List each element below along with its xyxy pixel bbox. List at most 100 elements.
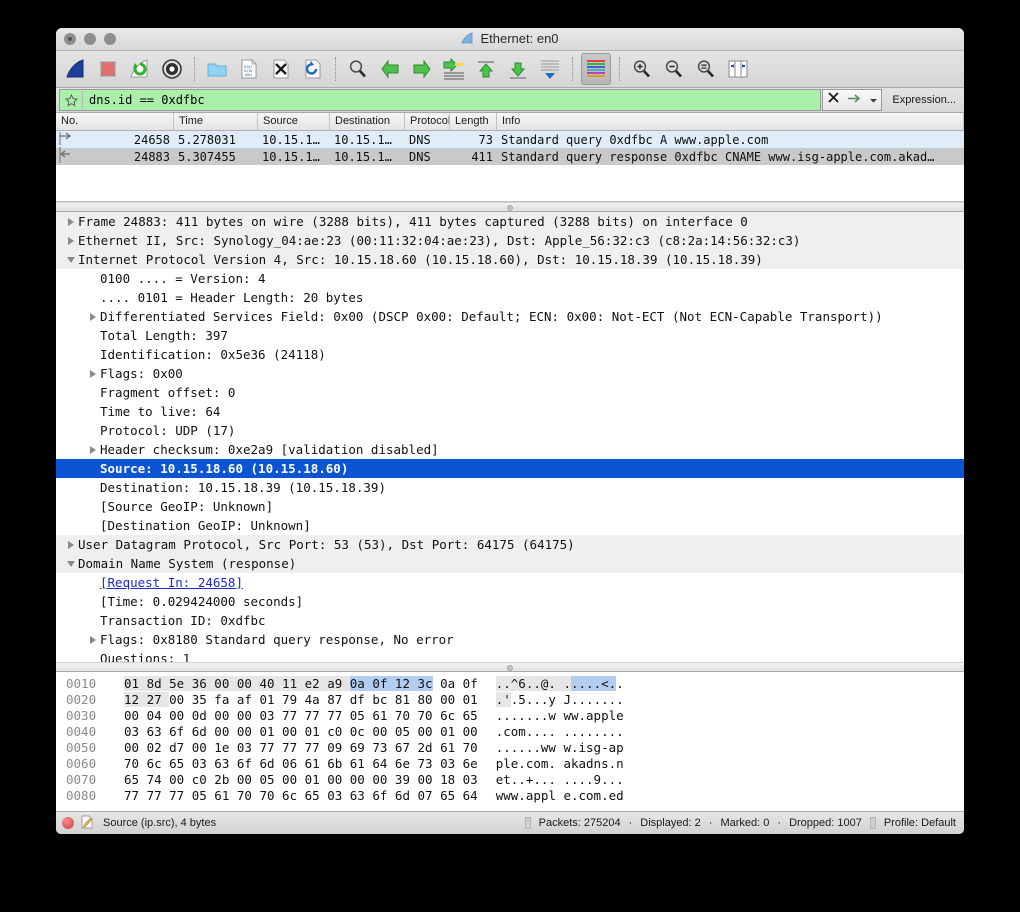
open-file-button[interactable] [203, 54, 231, 84]
packet-detail-row[interactable]: Header checksum: 0xe2a9 [validation disa… [56, 440, 964, 459]
status-profile[interactable]: Profile: Default [884, 817, 956, 829]
display-filter-input[interactable]: dns.id == 0xdfbc [59, 89, 822, 111]
hex-dump-row[interactable]: 0060 70 6c 65 03 63 6f 6d 06 61 6b 61 64 … [56, 755, 964, 771]
packet-detail-row[interactable]: Total Length: 397 [56, 326, 964, 345]
column-header-source[interactable]: Source [258, 113, 330, 130]
packet-detail-row[interactable]: 0100 .... = Version: 4 [56, 269, 964, 288]
packet-detail-row[interactable]: Domain Name System (response) [56, 554, 964, 573]
clear-x-icon[interactable] [827, 91, 840, 109]
hex-offset: 0050 [66, 739, 97, 755]
apply-arrow-icon[interactable] [847, 91, 862, 109]
hex-dump-row[interactable]: 0040 03 63 6f 6d 00 00 01 00 01 c0 0c 00 … [56, 723, 964, 739]
find-packet-button[interactable] [344, 54, 372, 84]
colorize-button[interactable] [581, 53, 611, 85]
restart-capture-button[interactable] [126, 54, 154, 84]
packet-detail-row[interactable]: Identification: 0x5e36 (24118) [56, 345, 964, 364]
packet-bytes-pane[interactable]: 0010 01 8d 5e 36 00 00 40 11 e2 a9 0a 0f … [56, 672, 964, 811]
hex-ascii: ......ww w.isg-ap [495, 739, 624, 755]
filter-expression-button[interactable]: Expression... [886, 90, 962, 110]
column-header-info[interactable]: Info [497, 113, 964, 130]
packet-detail-pane[interactable]: Frame 24883: 411 bytes on wire (3288 bit… [56, 212, 964, 662]
hex-dump-row[interactable]: 0010 01 8d 5e 36 00 00 40 11 e2 a9 0a 0f … [56, 675, 964, 691]
packet-detail-row[interactable]: Fragment offset: 0 [56, 383, 964, 402]
cell-length: 411 [471, 149, 493, 164]
go-back-button[interactable] [376, 54, 404, 84]
packet-detail-row[interactable]: Flags: 0x8180 Standard query response, N… [56, 630, 964, 649]
packet-detail-row[interactable]: Questions: 1 [56, 649, 964, 662]
display-filter-value[interactable]: dns.id == 0xdfbc [83, 93, 205, 107]
chevron-right-icon[interactable] [86, 635, 100, 644]
go-to-first-button[interactable] [472, 54, 500, 84]
status-packets: Packets: 275204 [538, 817, 621, 829]
arrow-left-icon [56, 146, 76, 167]
column-header-time[interactable]: Time [174, 113, 258, 130]
packet-detail-label: Questions: 1 [100, 651, 191, 662]
chevron-right-icon[interactable] [86, 445, 100, 454]
chevron-down-icon[interactable] [64, 560, 78, 567]
hex-dump-row[interactable]: 0050 00 02 d7 00 1e 03 77 77 77 09 69 73 … [56, 739, 964, 755]
hex-dump-row[interactable]: 0070 65 74 00 c0 2b 00 05 00 01 00 00 00 … [56, 771, 964, 787]
cell-protocol: DNS [409, 132, 431, 147]
table-row[interactable]: 24883 5.307455 10.15.1… 10.15.1… DNS 411… [56, 146, 964, 167]
zoom-in-button[interactable] [628, 54, 656, 84]
hex-offset: 0080 [66, 787, 97, 803]
packet-detail-row[interactable]: Time to live: 64 [56, 402, 964, 421]
packet-detail-row[interactable]: Flags: 0x00 [56, 364, 964, 383]
hex-bytes: 12 27 00 35 fa af 01 79 4a 87 df bc 81 8… [124, 691, 478, 707]
hex-offset: 0030 [66, 707, 97, 723]
wireshark-window: Ethernet: en0 0101 0110 1001 dns.id == 0… [56, 28, 964, 834]
packet-detail-row[interactable]: Destination: 10.15.18.39 (10.15.18.39) [56, 478, 964, 497]
packet-detail-row[interactable]: Source: 10.15.18.60 (10.15.18.60) [56, 459, 964, 478]
chevron-right-icon[interactable] [64, 540, 78, 549]
packet-detail-row[interactable]: [Destination GeoIP: Unknown] [56, 516, 964, 535]
packet-detail-row[interactable]: [Source GeoIP: Unknown] [56, 497, 964, 516]
packet-detail-label[interactable]: [Request In: 24658] [100, 575, 243, 590]
hex-dump-row[interactable]: 0020 12 27 00 35 fa af 01 79 4a 87 df bc … [56, 691, 964, 707]
chevron-right-icon[interactable] [64, 236, 78, 245]
reload-file-button[interactable] [299, 54, 327, 84]
hex-dump-row[interactable]: 0030 00 04 00 0d 00 00 03 77 77 77 05 61 … [56, 707, 964, 723]
packet-detail-row[interactable]: Ethernet II, Src: Synology_04:ae:23 (00:… [56, 231, 964, 250]
column-header-length[interactable]: Length [450, 113, 497, 130]
pane-splitter-top[interactable] [56, 202, 964, 212]
go-to-packet-button[interactable] [440, 54, 468, 84]
column-header-protocol[interactable]: Protocol [405, 113, 450, 130]
resize-columns-button[interactable] [724, 54, 752, 84]
packet-detail-row[interactable]: Transaction ID: 0xdfbc [56, 611, 964, 630]
chevron-down-icon[interactable] [869, 91, 878, 109]
zoom-out-button[interactable] [660, 54, 688, 84]
capture-options-button[interactable] [158, 54, 186, 84]
packet-detail-row[interactable]: Protocol: UDP (17) [56, 421, 964, 440]
column-header-no[interactable]: No. [56, 113, 174, 130]
close-file-button[interactable] [267, 54, 295, 84]
go-to-last-button[interactable] [504, 54, 532, 84]
packet-detail-label: Destination: 10.15.18.39 (10.15.18.39) [100, 480, 386, 495]
packet-detail-row[interactable]: Frame 24883: 411 bytes on wire (3288 bit… [56, 212, 964, 231]
bookmark-star-icon[interactable] [60, 91, 83, 109]
packet-detail-label: Time to live: 64 [100, 404, 221, 419]
chevron-down-icon[interactable] [64, 256, 78, 263]
column-header-destination[interactable]: Destination [330, 113, 405, 130]
chevron-right-icon[interactable] [86, 369, 100, 378]
save-file-button[interactable]: 0101 0110 1001 [235, 54, 263, 84]
start-capture-button[interactable] [62, 54, 90, 84]
packet-detail-row[interactable]: User Datagram Protocol, Src Port: 53 (53… [56, 535, 964, 554]
hex-bytes: 00 02 d7 00 1e 03 77 77 77 09 69 73 67 2… [124, 739, 478, 755]
hex-dump-row[interactable]: 0080 77 77 77 05 61 70 70 6c 65 03 63 6f … [56, 787, 964, 803]
edit-note-icon[interactable] [80, 815, 93, 832]
packet-detail-row[interactable]: Differentiated Services Field: 0x00 (DSC… [56, 307, 964, 326]
stop-capture-button[interactable] [94, 54, 122, 84]
chevron-right-icon[interactable] [86, 312, 100, 321]
packet-detail-row[interactable]: Internet Protocol Version 4, Src: 10.15.… [56, 250, 964, 269]
packet-detail-row[interactable]: .... 0101 = Header Length: 20 bytes [56, 288, 964, 307]
table-row[interactable]: 24658 5.278031 10.15.1… 10.15.1… DNS 73 … [56, 131, 964, 148]
red-circle-icon[interactable] [62, 817, 74, 829]
chevron-right-icon[interactable] [64, 217, 78, 226]
packet-detail-row[interactable]: [Request In: 24658] [56, 573, 964, 592]
packet-detail-row[interactable]: [Time: 0.029424000 seconds] [56, 592, 964, 611]
go-forward-button[interactable] [408, 54, 436, 84]
hex-ascii: www.appl e.com.ed [495, 787, 624, 803]
pane-splitter-bottom[interactable] [56, 662, 964, 672]
auto-scroll-button[interactable] [536, 54, 564, 84]
zoom-reset-button[interactable] [692, 54, 720, 84]
